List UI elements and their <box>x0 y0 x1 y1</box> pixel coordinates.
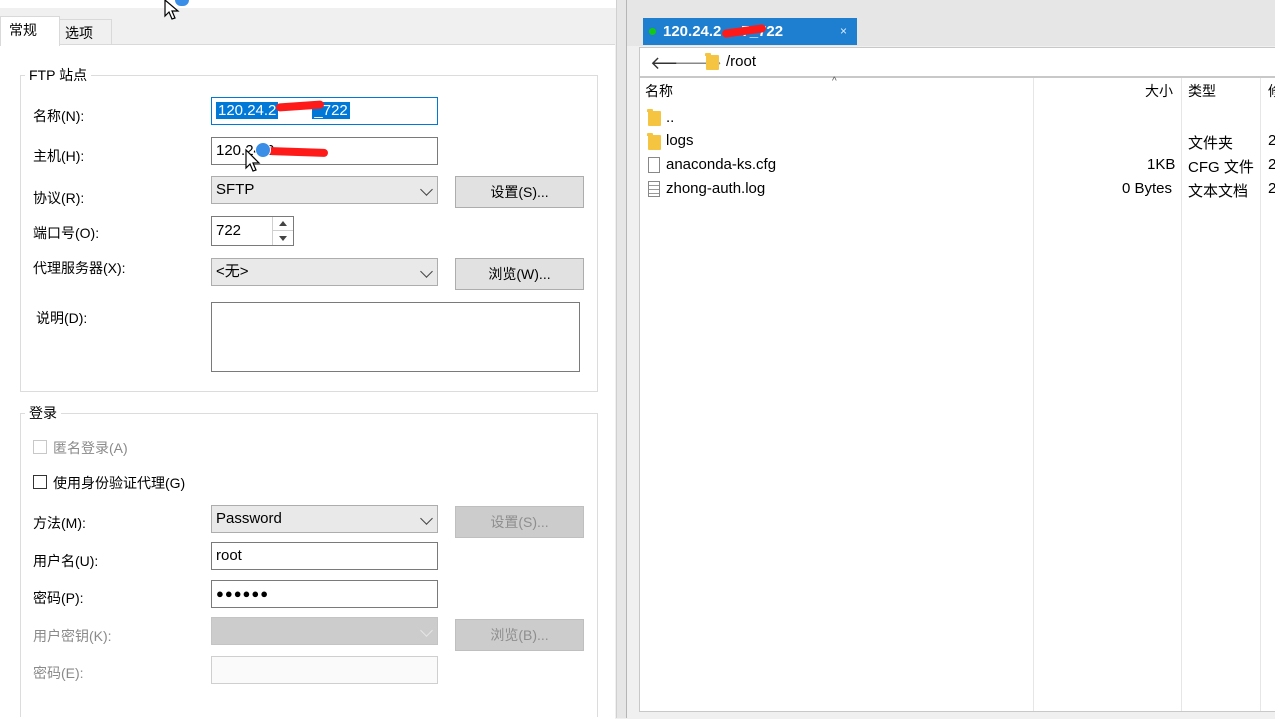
column-header-size[interactable]: 大小 <box>1145 78 1173 104</box>
file-type: 文本文档 <box>1188 183 1249 200</box>
file-modified: 2 <box>1268 156 1275 173</box>
user-key-browse-button[interactable]: 浏览(B)... <box>455 619 584 651</box>
folder-icon <box>647 109 661 126</box>
dialog-top-strip <box>0 0 626 8</box>
file-name: .. <box>666 109 675 126</box>
list-item[interactable]: zhong-auth.log 0 Bytes 文本文档 2 <box>640 178 1275 202</box>
file-modified: 2 <box>1268 180 1275 197</box>
file-size: 0 Bytes <box>1122 180 1173 197</box>
user-key-select[interactable] <box>211 617 438 645</box>
password-field[interactable]: ●●●●●● <box>211 580 438 608</box>
remote-path-value: /root <box>726 53 757 70</box>
username-label: 用户名(U): <box>33 553 99 569</box>
method-select-value: Password <box>216 510 282 527</box>
port-value: 722 <box>216 222 242 239</box>
protocol-select[interactable]: SFTP <box>211 176 438 204</box>
port-label: 端口号(O): <box>33 225 100 241</box>
file-name: logs <box>666 132 694 149</box>
general-tab-panel: FTP 站点 名称(N): 120.24.2 _722 主机(H): 120.24… <box>0 44 615 719</box>
session-tab-bar: 120.24.27_722 × <box>627 0 1275 46</box>
session-tab-label-start: 120.24.2 <box>663 23 722 40</box>
tab-general[interactable]: 常规 <box>0 16 60 46</box>
proxy-select-value: <无> <box>216 263 249 280</box>
list-item[interactable]: logs 文件夹 2 <box>640 130 1275 154</box>
column-header-name[interactable]: 名称 <box>645 78 673 104</box>
list-item[interactable]: .. <box>640 106 1275 130</box>
file-name: anaconda-ks.cfg <box>666 156 777 173</box>
column-header-type[interactable]: 类型 <box>1188 78 1216 104</box>
file-type: CFG 文件 <box>1188 159 1254 176</box>
chevron-down-icon <box>420 265 433 278</box>
username-field[interactable]: root <box>211 542 438 570</box>
proxy-browse-button[interactable]: 浏览(W)... <box>455 258 584 290</box>
name-field-value-start: 120.24.2 <box>216 102 279 119</box>
password-label: 密码(P): <box>33 590 84 606</box>
list-item[interactable]: anaconda-ks.cfg 1KB CFG 文件 2 <box>640 154 1275 178</box>
password-value: ●●●●●● <box>216 586 270 601</box>
proxy-label: 代理服务器(X): <box>33 260 126 276</box>
tab-options[interactable]: 选项 <box>56 19 112 46</box>
passphrase-field[interactable] <box>211 656 438 684</box>
close-tab-icon[interactable]: × <box>840 18 847 45</box>
text-file-icon <box>648 181 660 197</box>
chevron-down-icon <box>420 624 433 637</box>
name-field[interactable]: 120.24.2 _722 <box>211 97 438 125</box>
login-group-title: 登录 <box>25 403 61 423</box>
sort-ascending-icon: ^ <box>832 76 837 87</box>
remote-browser-pane: 120.24.27_722 × 🡐 🡒 /root 名称 ^ 大小 类型 修 .… <box>626 0 1275 718</box>
file-type: 文件夹 <box>1188 135 1234 152</box>
auth-agent-checkbox[interactable] <box>33 475 47 489</box>
port-spin-buttons[interactable] <box>272 217 293 245</box>
spin-down-icon[interactable] <box>273 231 293 244</box>
name-label: 名称(N): <box>33 108 85 124</box>
anonymous-login-checkbox[interactable] <box>33 440 47 454</box>
user-key-label: 用户密钥(K): <box>33 628 112 644</box>
column-header-modified[interactable]: 修 <box>1268 78 1275 104</box>
chevron-down-icon <box>420 512 433 525</box>
ftp-site-group-title: FTP 站点 <box>25 65 92 85</box>
protocol-label: 协议(R): <box>33 190 85 206</box>
chevron-down-icon <box>420 183 433 196</box>
file-name: zhong-auth.log <box>666 180 766 197</box>
spin-up-icon[interactable] <box>273 217 293 231</box>
protocol-settings-button[interactable]: 设置(S)... <box>455 176 584 208</box>
description-textarea[interactable] <box>211 302 580 372</box>
proxy-select[interactable]: <无> <box>211 258 438 286</box>
folder-icon <box>705 53 719 70</box>
protocol-select-value: SFTP <box>216 181 255 198</box>
method-label: 方法(M): <box>33 515 86 531</box>
anonymous-login-label: 匿名登录(A) <box>53 440 128 456</box>
site-manager-dialog: 常规 选项 FTP 站点 名称(N): 120.24.2 _722 主机(H): … <box>0 0 627 719</box>
file-icon <box>648 157 660 173</box>
port-stepper[interactable]: 722 <box>211 216 294 246</box>
passphrase-label: 密码(E): <box>33 665 84 681</box>
connected-status-icon <box>649 28 656 35</box>
remote-file-list: 名称 ^ 大小 类型 修 .. logs 文件夹 2 anaconda-ks.c… <box>639 76 1275 712</box>
method-select[interactable]: Password <box>211 505 438 533</box>
auth-agent-label: 使用身份验证代理(G) <box>53 475 186 491</box>
folder-icon <box>647 133 661 150</box>
remote-path-bar[interactable]: 🡐 🡒 /root <box>639 47 1275 77</box>
description-label: 说明(D): <box>36 310 88 326</box>
busy-badge-icon <box>255 142 271 158</box>
username-value: root <box>216 547 242 564</box>
host-label: 主机(H): <box>33 148 85 164</box>
method-settings-button[interactable]: 设置(S)... <box>455 506 584 538</box>
file-size: 1KB <box>1147 156 1176 173</box>
file-modified: 2 <box>1268 132 1275 149</box>
